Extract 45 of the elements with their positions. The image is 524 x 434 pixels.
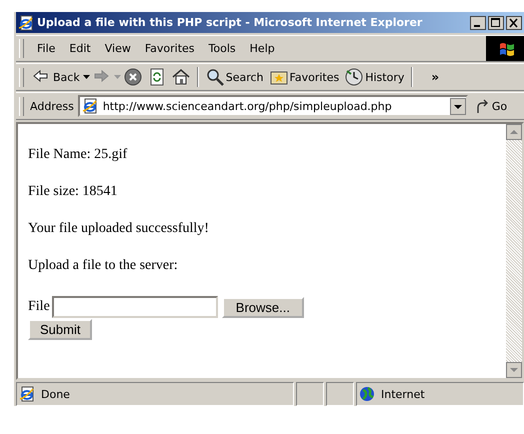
more-chevron[interactable]: » [431, 70, 440, 84]
page-icon [82, 98, 98, 114]
browse-button[interactable]: Browse... [222, 296, 304, 318]
scroll-down-icon[interactable] [506, 362, 522, 378]
status-pane: Done [16, 382, 294, 406]
globe-icon [359, 386, 375, 402]
toolbar-button[interactable]: History [342, 68, 408, 86]
file-path-field[interactable] [52, 296, 218, 318]
dropdown-icon[interactable] [450, 98, 466, 114]
clock-icon [345, 68, 364, 86]
window-title: Upload a file with this PHP script - Microsoft Internet Explorer [37, 16, 424, 29]
menu-item[interactable]: File [30, 42, 62, 55]
toolbar-button[interactable]: Back [30, 68, 83, 86]
stop-icon[interactable] [124, 68, 142, 86]
submit-button[interactable]: Submit [28, 319, 92, 340]
file-label: File [28, 299, 50, 315]
menu-item[interactable]: View [98, 42, 138, 55]
page-icon [19, 386, 35, 402]
menu-item[interactable]: Edit [62, 42, 98, 55]
search-icon [206, 68, 224, 86]
browser-icon [18, 14, 34, 30]
zone-pane: Internet [356, 382, 524, 406]
address-field[interactable]: http://www.scienceandart.org/php/simpleupload.php [78, 95, 468, 117]
dropdown-caret-icon[interactable] [82, 75, 90, 79]
scroll-up-icon[interactable] [506, 124, 522, 140]
flag-icon [498, 40, 516, 56]
page-text: Upload a file to the server: [28, 257, 179, 274]
address-label: Address [30, 100, 74, 112]
home-icon[interactable] [172, 68, 190, 86]
page-text: Your file uploaded successfully! [28, 220, 210, 237]
status-pane [296, 382, 324, 406]
toolbar-button[interactable]: Favorites [266, 68, 342, 86]
minimize-icon[interactable] [470, 16, 486, 30]
maximize-icon[interactable] [488, 16, 504, 30]
vertical-scrollbar[interactable] [506, 124, 522, 378]
close-icon[interactable] [506, 16, 522, 30]
page-text: File size: 18541 [28, 183, 118, 200]
status-pane [326, 382, 354, 406]
refresh-icon[interactable] [148, 68, 166, 86]
menu-item[interactable]: Tools [202, 42, 243, 55]
page-text: File Name: 25.gif [28, 146, 128, 163]
go-button[interactable]: Go [474, 98, 508, 114]
menu-item[interactable]: Favorites [138, 42, 202, 55]
toolbar-button[interactable]: Search [202, 68, 267, 86]
menu-item[interactable]: Help [242, 42, 282, 55]
